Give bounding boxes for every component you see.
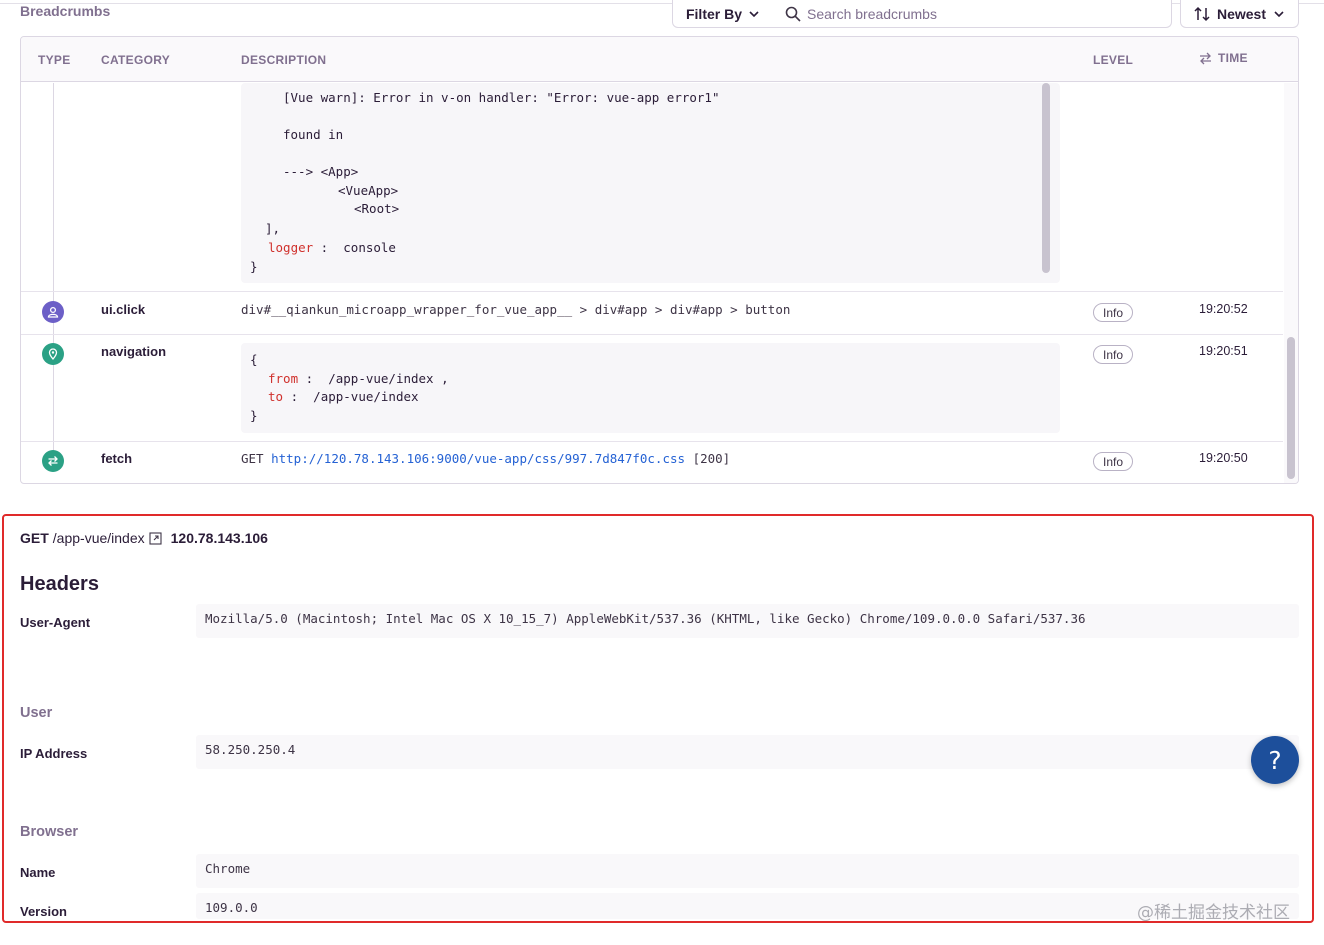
from-row: from : /app-vue/index , xyxy=(268,371,449,386)
console-line: found in xyxy=(283,127,344,142)
search-breadcrumbs[interactable] xyxy=(773,0,1172,28)
console-line: <VueApp> xyxy=(338,183,399,198)
watermark: @稀土掘金技术社区 xyxy=(1137,903,1290,923)
fetch-description: GET http://120.78.143.106:9000/vue-app/c… xyxy=(241,451,730,466)
to-row: to : /app-vue/index xyxy=(268,389,419,404)
level-badge: Info xyxy=(1093,303,1133,322)
logger-key: logger xyxy=(268,240,314,255)
search-icon xyxy=(785,6,801,22)
external-link-icon[interactable] xyxy=(149,531,162,545)
from-value: /app-vue/index xyxy=(328,371,434,386)
location-pin-icon xyxy=(42,343,64,365)
row-time: 19:20:51 xyxy=(1199,344,1248,358)
row-category: ui.click xyxy=(101,302,146,317)
timeline-line xyxy=(53,83,54,291)
fetch-method: GET xyxy=(241,451,264,466)
console-line: [Vue warn]: Error in v-on handler: "Erro… xyxy=(283,90,720,105)
row-category: navigation xyxy=(101,344,167,359)
ip-address-label: IP Address xyxy=(20,746,88,761)
level-badge: Info xyxy=(1093,452,1133,471)
breadcrumbs-title: Breadcrumbs xyxy=(20,3,111,19)
time-header-label: TIME xyxy=(1218,51,1248,65)
user-agent-label: User-Agent xyxy=(20,615,91,630)
row-time: 19:20:50 xyxy=(1199,451,1248,465)
row-time: 19:20:52 xyxy=(1199,302,1248,316)
filter-by-label: Filter By xyxy=(685,5,742,22)
chevron-down-icon xyxy=(1274,10,1284,17)
fetch-url-link[interactable]: http://120.78.143.106:9000/vue-app/css/9… xyxy=(271,451,685,466)
browser-name-value: Chrome xyxy=(196,854,1299,888)
table-row[interactable]: navigation { from : /app-vue/index , to … xyxy=(21,334,1283,442)
console-line: ---> <App> xyxy=(283,164,359,179)
request-line: GET /app-vue/index 120.78.143.106 xyxy=(20,530,268,546)
logger-value: console xyxy=(343,240,396,255)
user-agent-value: Mozilla/5.0 (Macintosh; Intel Mac OS X 1… xyxy=(196,604,1299,638)
browser-version-label: Version xyxy=(20,904,67,919)
browser-section-title: Browser xyxy=(20,824,79,840)
row-category: fetch xyxy=(101,451,133,466)
arrows-swap-icon xyxy=(42,450,64,472)
browser-version-value: 109.0.0 xyxy=(196,893,1299,919)
request-host: 120.78.143.106 xyxy=(170,530,268,546)
swap-icon xyxy=(1200,52,1211,64)
filter-by-dropdown[interactable]: Filter By xyxy=(672,0,774,28)
request-method: GET xyxy=(20,530,49,546)
description-header: DESCRIPTION xyxy=(241,53,327,67)
time-header-toggle[interactable]: TIME xyxy=(1199,51,1248,65)
table-row[interactable]: fetch GET http://120.78.143.106:9000/vue… xyxy=(21,441,1283,483)
console-data-block: [Vue warn]: Error in v-on handler: "Erro… xyxy=(241,83,1060,283)
breadcrumbs-panel: TYPE CATEGORY DESCRIPTION LEVEL TIME [Vu… xyxy=(20,36,1299,484)
category-header: CATEGORY xyxy=(101,53,171,67)
code-scrollbar[interactable] xyxy=(1042,83,1050,273)
row-description: div#__qiankun_microapp_wrapper_for_vue_a… xyxy=(241,302,791,317)
close-brace: } xyxy=(250,408,258,423)
user-section-title: User xyxy=(20,705,53,721)
chevron-down-icon xyxy=(749,10,759,17)
fetch-status: [200] xyxy=(692,451,731,466)
request-path[interactable]: /app-vue/index xyxy=(53,530,145,546)
console-line: ], xyxy=(265,221,281,236)
level-badge: Info xyxy=(1093,345,1133,364)
help-button[interactable]: ? xyxy=(1251,736,1299,784)
level-header: LEVEL xyxy=(1093,53,1134,67)
headers-title: Headers xyxy=(20,573,99,595)
close-brace: } xyxy=(250,259,258,274)
to-value: /app-vue/index xyxy=(313,389,419,404)
user-icon xyxy=(42,301,64,323)
navigation-data-block: { from : /app-vue/index , to : /app-vue/… xyxy=(241,343,1060,433)
panel-scrollbar[interactable] xyxy=(1287,337,1295,479)
sort-dropdown[interactable]: Newest xyxy=(1180,0,1299,28)
type-header: TYPE xyxy=(38,53,71,67)
table-header: TYPE CATEGORY DESCRIPTION LEVEL TIME xyxy=(21,37,1298,82)
to-key: to xyxy=(268,389,284,404)
browser-name-label: Name xyxy=(20,865,56,880)
table-row[interactable]: ui.click div#__qiankun_microapp_wrapper_… xyxy=(21,291,1283,335)
logger-row: logger : console xyxy=(268,240,396,255)
from-key: from xyxy=(268,371,299,386)
open-brace: { xyxy=(250,352,258,367)
search-input[interactable] xyxy=(807,5,1147,22)
sort-label: Newest xyxy=(1216,5,1267,22)
ip-address-value: 58.250.250.4 xyxy=(196,735,1299,769)
sort-arrows-icon xyxy=(1194,6,1210,21)
console-line: <Root> xyxy=(354,201,400,216)
